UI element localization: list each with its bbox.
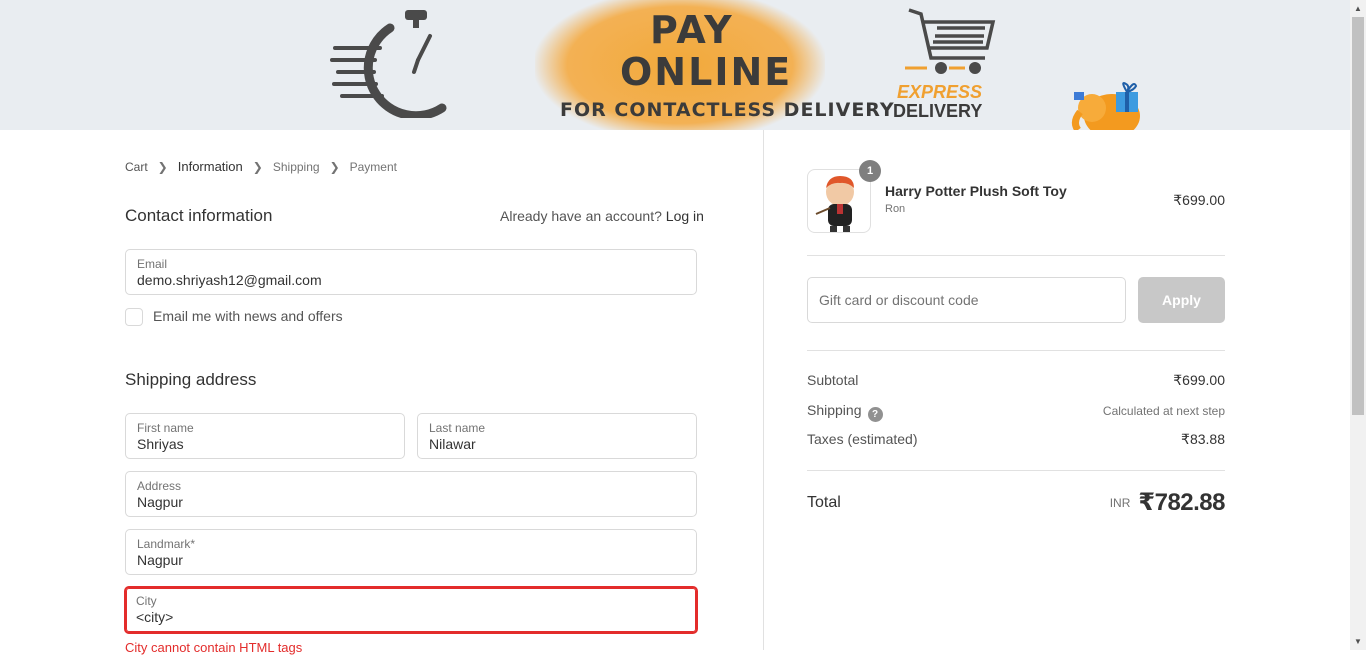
breadcrumb-payment: Payment bbox=[349, 159, 397, 174]
chevron-right-icon: ❯ bbox=[157, 159, 168, 174]
newsletter-checkbox[interactable] bbox=[125, 308, 143, 326]
first-name-value[interactable]: Shriyas bbox=[137, 436, 184, 452]
shipping-section-title: Shipping address bbox=[125, 370, 257, 389]
first-name-label: First name bbox=[137, 421, 194, 435]
landmark-value[interactable]: Nagpur bbox=[137, 552, 183, 568]
banner-online-text: ONLINE bbox=[620, 50, 793, 94]
taxes-label: Taxes (estimated) bbox=[807, 431, 918, 447]
divider bbox=[807, 350, 1225, 351]
discount-code-input[interactable]: Gift card or discount code bbox=[807, 277, 1126, 323]
promo-banner: PAY ONLINE FOR CONTACTLESS DELIVERY EXPR… bbox=[0, 0, 1350, 130]
account-prompt-text: Already have an account? bbox=[500, 208, 662, 224]
breadcrumb-cart[interactable]: Cart bbox=[125, 160, 148, 174]
scrollbar-thumb[interactable] bbox=[1352, 17, 1364, 415]
newsletter-label[interactable]: Email me with news and offers bbox=[153, 308, 343, 324]
help-icon[interactable]: ? bbox=[867, 407, 883, 422]
chevron-right-icon: ❯ bbox=[252, 159, 263, 174]
last-name-value[interactable]: Nilawar bbox=[429, 436, 476, 452]
city-field[interactable]: City <city> bbox=[124, 586, 698, 634]
landmark-field[interactable]: Landmark* Nagpur bbox=[125, 529, 697, 575]
apply-button[interactable]: Apply bbox=[1138, 277, 1225, 323]
subtotal-value: ₹699.00 bbox=[1173, 372, 1225, 388]
breadcrumb-shipping: Shipping bbox=[272, 159, 320, 174]
email-value[interactable]: demo.shriyash12@gmail.com bbox=[137, 272, 322, 288]
product-name: Harry Potter Plush Soft Toy bbox=[885, 183, 1067, 199]
first-name-field[interactable]: First name Shriyas bbox=[125, 413, 405, 459]
total-currency: INR bbox=[1109, 496, 1131, 510]
scroll-up-icon[interactable]: ▲ bbox=[1350, 0, 1366, 17]
email-field[interactable]: Email demo.shriyash12@gmail.com bbox=[125, 249, 697, 295]
product-price: ₹699.00 bbox=[1173, 192, 1225, 208]
breadcrumb: Cart ❯ Information ❯ Shipping ❯ Payment bbox=[125, 159, 397, 174]
chevron-right-icon: ❯ bbox=[329, 159, 340, 174]
shipping-value: Calculated at next step bbox=[1102, 404, 1225, 418]
banner-delivery-text: DELIVERY bbox=[893, 101, 983, 121]
account-prompt: Already have an account? Log in bbox=[500, 208, 704, 224]
last-name-label: Last name bbox=[429, 421, 486, 435]
total-amount: ₹782.88 bbox=[1138, 489, 1225, 516]
login-link[interactable]: Log in bbox=[666, 208, 704, 224]
address-label: Address bbox=[137, 479, 182, 493]
contact-section-title: Contact information bbox=[125, 206, 273, 225]
banner-express-text: EXPRESS bbox=[897, 82, 983, 102]
divider bbox=[807, 255, 1225, 256]
last-name-field[interactable]: Last name Nilawar bbox=[417, 413, 697, 459]
city-label: City bbox=[136, 594, 157, 608]
city-value[interactable]: <city> bbox=[136, 609, 173, 625]
total-label: Total bbox=[807, 494, 841, 511]
city-error-message: City cannot contain HTML tags bbox=[125, 640, 303, 655]
stopwatch-icon bbox=[330, 10, 447, 118]
address-field[interactable]: Address Nagpur bbox=[125, 471, 697, 517]
banner-contactless-text: FOR CONTACTLESS DELIVERY bbox=[560, 99, 895, 121]
breadcrumb-information: Information bbox=[177, 159, 243, 174]
subtotal-label: Subtotal bbox=[807, 372, 859, 388]
elephant-gift-icon bbox=[1071, 82, 1140, 130]
email-label: Email bbox=[137, 257, 168, 271]
shopping-cart-icon bbox=[905, 8, 996, 74]
quantity-badge: 1 bbox=[859, 160, 881, 182]
address-value[interactable]: Nagpur bbox=[137, 494, 183, 510]
banner-pay-text: PAY bbox=[650, 8, 734, 52]
scroll-down-icon[interactable]: ▼ bbox=[1350, 633, 1366, 650]
shipping-label: Shipping bbox=[807, 402, 862, 418]
product-image bbox=[815, 176, 854, 232]
total-value-group: INR ₹782.88 bbox=[1000, 488, 1226, 517]
product-variant: Ron bbox=[885, 203, 906, 215]
landmark-label: Landmark* bbox=[137, 537, 196, 551]
divider bbox=[807, 470, 1225, 471]
taxes-value: ₹83.88 bbox=[1181, 431, 1225, 447]
shipping-row-label: Shipping? bbox=[807, 402, 883, 422]
